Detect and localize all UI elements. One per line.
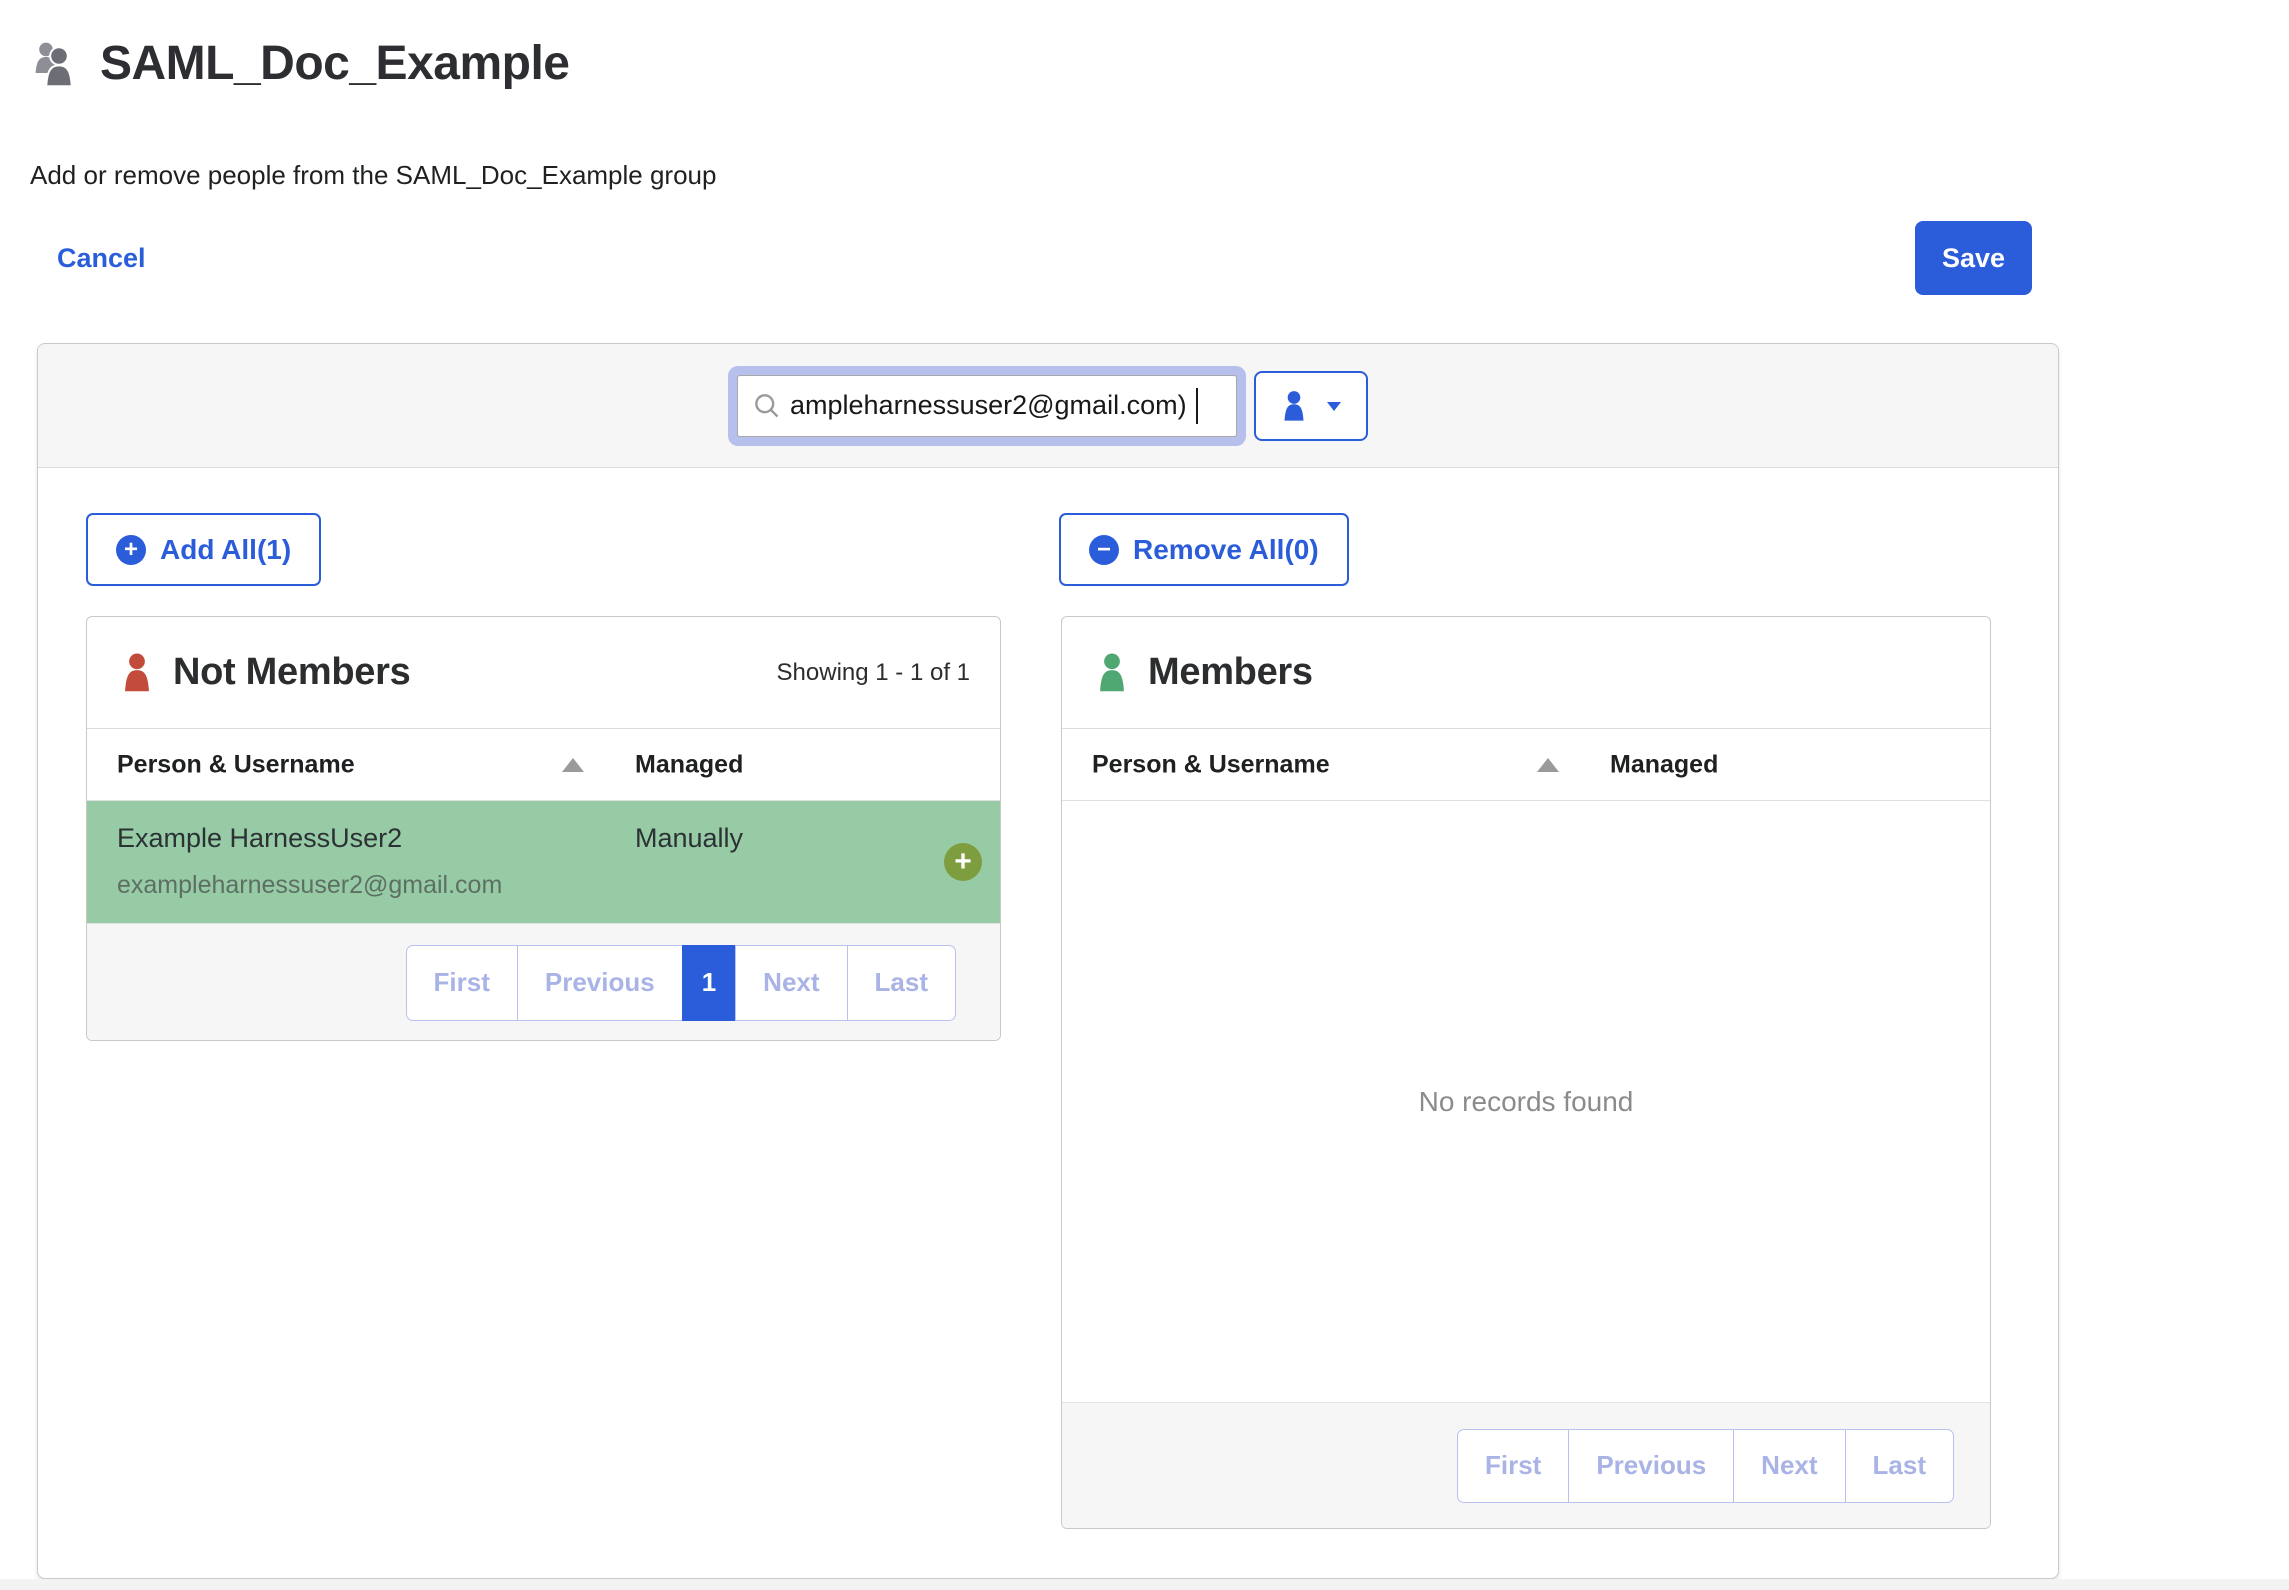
- minus-circle-icon: −: [1089, 535, 1119, 565]
- pagination-first-button[interactable]: First: [406, 945, 518, 1021]
- person-icon-red: [117, 651, 157, 695]
- table-row[interactable]: Example HarnessUser2 exampleharnessuser2…: [87, 801, 1000, 923]
- page-title-row: SAML_Doc_Example: [30, 36, 570, 91]
- page-title: SAML_Doc_Example: [100, 36, 570, 91]
- search-type-dropdown[interactable]: [1254, 371, 1368, 441]
- membership-editor-container: ampleharnessuser2@gmail.com): [37, 343, 2059, 1579]
- search-icon: [752, 391, 782, 421]
- pagination-first-button[interactable]: First: [1457, 1429, 1569, 1503]
- sort-ascending-icon[interactable]: [562, 758, 584, 772]
- pagination-next-button[interactable]: Next: [735, 945, 847, 1021]
- text-cursor: [1196, 388, 1198, 424]
- not-members-showing-count: Showing 1 - 1 of 1: [777, 659, 970, 687]
- members-footer: First Previous Next Last: [1062, 1402, 1990, 1528]
- pagination-last-button[interactable]: Last: [1845, 1429, 1954, 1503]
- row-person-name: Example HarnessUser2: [117, 823, 402, 854]
- not-members-footer: First Previous 1 Next Last: [87, 923, 1000, 1041]
- sort-ascending-icon[interactable]: [1537, 758, 1559, 772]
- pagination-next-button[interactable]: Next: [1733, 1429, 1845, 1503]
- members-empty-state: No records found: [1062, 801, 1990, 1402]
- column-person-username[interactable]: Person & Username: [1092, 750, 1330, 779]
- not-members-pagination: First Previous 1 Next Last: [406, 945, 956, 1021]
- search-strip: ampleharnessuser2@gmail.com): [38, 344, 2058, 468]
- row-username: exampleharnessuser2@gmail.com: [117, 871, 502, 900]
- group-membership-page: SAML_Doc_Example Add or remove people fr…: [0, 0, 2289, 1590]
- column-person-username[interactable]: Person & Username: [117, 750, 355, 779]
- cancel-link[interactable]: Cancel: [57, 243, 146, 274]
- not-members-title: Not Members: [173, 651, 410, 694]
- members-panel: Members Person & Username Managed No rec…: [1061, 616, 1991, 1529]
- not-members-panel: Not Members Showing 1 - 1 of 1 Person & …: [86, 616, 1001, 1041]
- save-button[interactable]: Save: [1915, 221, 2032, 295]
- add-all-label: Add All(1): [160, 534, 291, 566]
- below-fold-strip: [0, 1579, 2289, 1590]
- group-icon: [30, 37, 82, 91]
- not-members-header: Not Members Showing 1 - 1 of 1: [87, 617, 1000, 729]
- members-pagination: First Previous Next Last: [1457, 1429, 1954, 1503]
- search-input-value: ampleharnessuser2@gmail.com): [790, 390, 1187, 421]
- column-managed[interactable]: Managed: [635, 750, 743, 779]
- column-managed[interactable]: Managed: [1610, 750, 1718, 779]
- row-managed-value: Manually: [635, 823, 743, 854]
- remove-all-label: Remove All(0): [1133, 534, 1319, 566]
- person-icon: [1279, 389, 1309, 423]
- plus-circle-icon: +: [116, 535, 146, 565]
- members-title: Members: [1148, 651, 1313, 694]
- search-input[interactable]: ampleharnessuser2@gmail.com): [737, 375, 1237, 437]
- pagination-last-button[interactable]: Last: [847, 945, 956, 1021]
- pagination-previous-button[interactable]: Previous: [517, 945, 683, 1021]
- members-header: Members: [1062, 617, 1990, 729]
- chevron-down-icon: [1325, 399, 1343, 413]
- person-icon-green: [1092, 651, 1132, 695]
- pagination-page-1-button[interactable]: 1: [682, 945, 736, 1021]
- no-records-text: No records found: [1419, 1086, 1634, 1118]
- add-person-icon[interactable]: +: [944, 843, 982, 881]
- pagination-previous-button[interactable]: Previous: [1568, 1429, 1734, 1503]
- not-members-table-header: Person & Username Managed: [87, 729, 1000, 801]
- page-subtitle: Add or remove people from the SAML_Doc_E…: [30, 160, 716, 191]
- search-focus-ring: ampleharnessuser2@gmail.com): [728, 366, 1246, 446]
- remove-all-button[interactable]: − Remove All(0): [1059, 513, 1349, 586]
- members-table-header: Person & Username Managed: [1062, 729, 1990, 801]
- add-all-button[interactable]: + Add All(1): [86, 513, 321, 586]
